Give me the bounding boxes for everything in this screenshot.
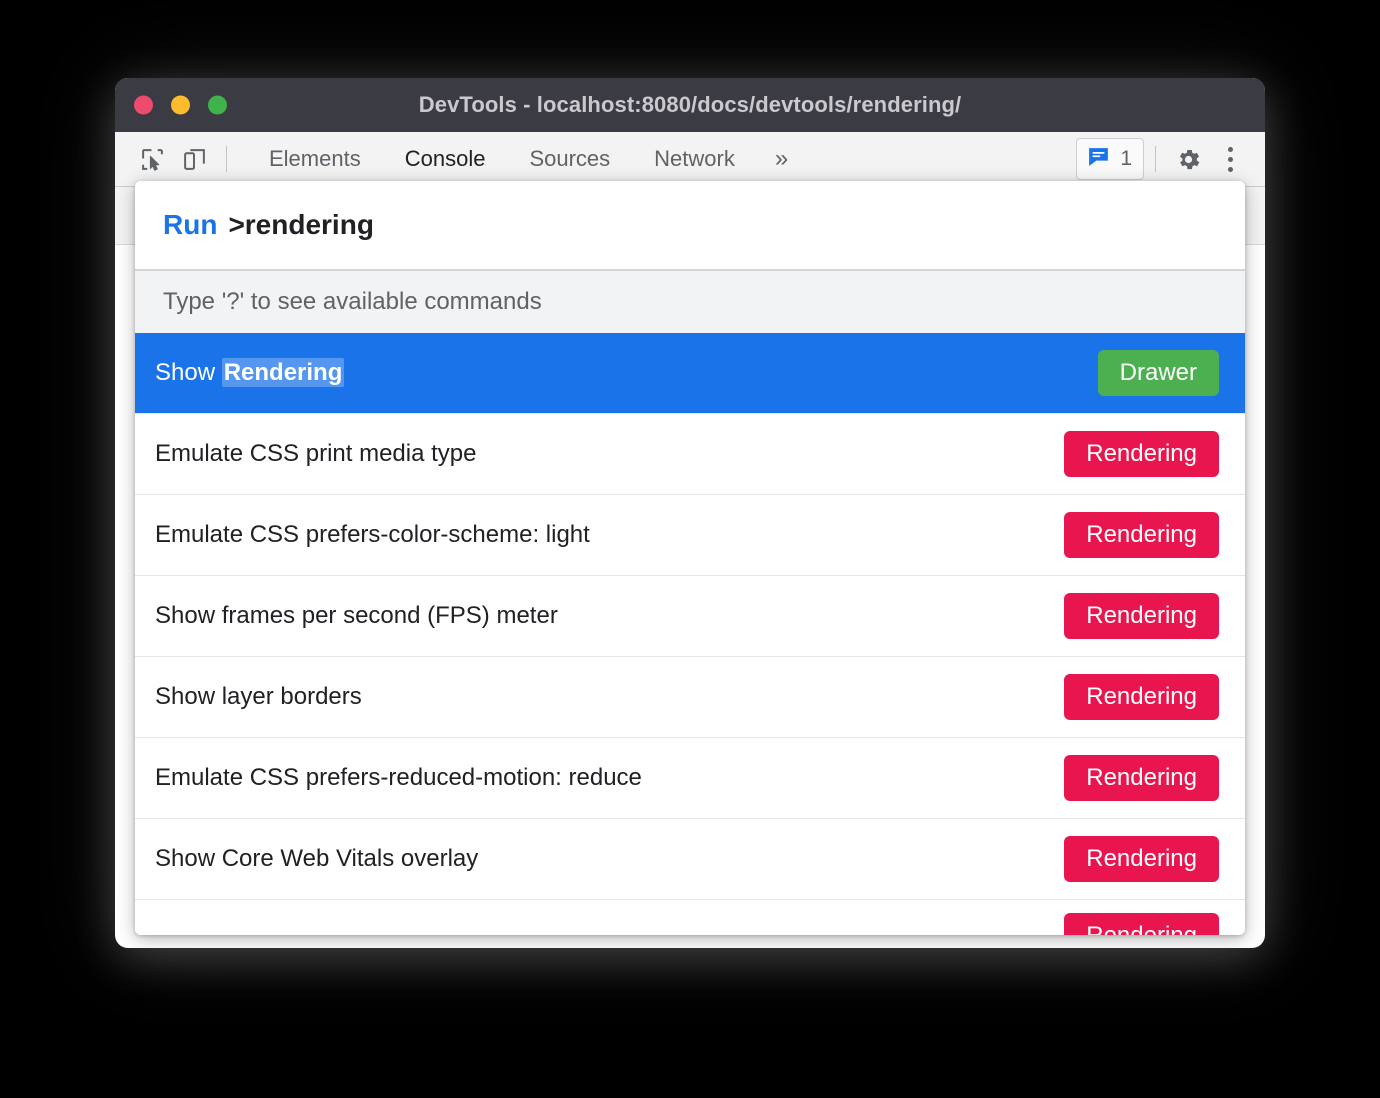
maximize-window-button[interactable]: [208, 96, 227, 115]
tab-network[interactable]: Network: [632, 146, 757, 172]
toolbar-divider-right: [1155, 146, 1156, 172]
device-toolbar-icon[interactable]: [173, 139, 215, 179]
command-result-partial[interactable]: Rendering: [135, 900, 1245, 935]
result-label: Emulate CSS prefers-color-scheme: light: [155, 521, 590, 549]
devtools-window: DevTools - localhost:8080/docs/devtools/…: [115, 78, 1265, 948]
tab-sources[interactable]: Sources: [507, 146, 632, 172]
command-result-core-web-vitals[interactable]: Show Core Web Vitals overlay Rendering: [135, 819, 1245, 900]
result-label-prefix: Show: [155, 359, 222, 386]
issues-message-icon: [1086, 144, 1111, 174]
command-hint: Type '?' to see available commands: [135, 271, 1245, 333]
command-result-prefers-color-scheme-light[interactable]: Emulate CSS prefers-color-scheme: light …: [135, 495, 1245, 576]
command-query-row[interactable]: Run >rendering: [135, 181, 1245, 271]
window-titlebar: DevTools - localhost:8080/docs/devtools/…: [115, 78, 1265, 132]
command-query-input[interactable]: >rendering: [228, 209, 373, 241]
result-badge-rendering: Rendering: [1064, 431, 1219, 477]
result-label: Emulate CSS prefers-reduced-motion: redu…: [155, 764, 642, 792]
result-badge-rendering: Rendering: [1064, 674, 1219, 720]
minimize-window-button[interactable]: [171, 96, 190, 115]
command-result-prefers-reduced-motion[interactable]: Emulate CSS prefers-reduced-motion: redu…: [135, 738, 1245, 819]
inspect-element-icon[interactable]: [131, 139, 173, 179]
command-result-fps-meter[interactable]: Show frames per second (FPS) meter Rende…: [135, 576, 1245, 657]
result-badge-rendering: Rendering: [1064, 755, 1219, 801]
more-vertical-icon[interactable]: [1209, 139, 1251, 179]
result-label: Show Rendering: [155, 359, 344, 387]
devtools-toolbar: Elements Console Sources Network » 1: [115, 132, 1265, 187]
toolbar-divider-left: [226, 146, 227, 172]
tab-elements[interactable]: Elements: [247, 146, 383, 172]
more-tabs-chevron-icon[interactable]: »: [757, 145, 806, 173]
command-results-list: Show Rendering Drawer Emulate CSS print …: [135, 333, 1245, 935]
result-label: Show layer borders: [155, 683, 362, 711]
command-menu-dialog: Run >rendering Type '?' to see available…: [135, 181, 1245, 935]
command-result-emulate-print-media[interactable]: Emulate CSS print media type Rendering: [135, 414, 1245, 495]
issues-count-label: 1: [1120, 147, 1132, 171]
result-badge-drawer: Drawer: [1098, 350, 1219, 396]
result-label: Show Core Web Vitals overlay: [155, 845, 478, 873]
window-title: DevTools - localhost:8080/docs/devtools/…: [115, 92, 1265, 118]
panel-tabs: Elements Console Sources Network »: [247, 145, 806, 173]
result-label: Show frames per second (FPS) meter: [155, 602, 558, 630]
result-label-match: Rendering: [222, 358, 345, 387]
result-label: Emulate CSS print media type: [155, 440, 476, 468]
issues-counter-button[interactable]: 1: [1076, 138, 1144, 180]
close-window-button[interactable]: [134, 96, 153, 115]
gear-icon[interactable]: [1167, 139, 1209, 179]
result-badge-rendering: Rendering: [1064, 913, 1219, 935]
toolbar-right-actions: 1: [1076, 138, 1251, 180]
screenshot-root: DevTools - localhost:8080/docs/devtools/…: [0, 0, 1380, 1098]
tab-console[interactable]: Console: [383, 146, 508, 172]
command-result-layer-borders[interactable]: Show layer borders Rendering: [135, 657, 1245, 738]
result-badge-rendering: Rendering: [1064, 836, 1219, 882]
result-badge-rendering: Rendering: [1064, 593, 1219, 639]
run-label: Run: [163, 209, 217, 241]
result-badge-rendering: Rendering: [1064, 512, 1219, 558]
command-result-show-rendering[interactable]: Show Rendering Drawer: [135, 333, 1245, 414]
window-controls: [134, 96, 227, 115]
